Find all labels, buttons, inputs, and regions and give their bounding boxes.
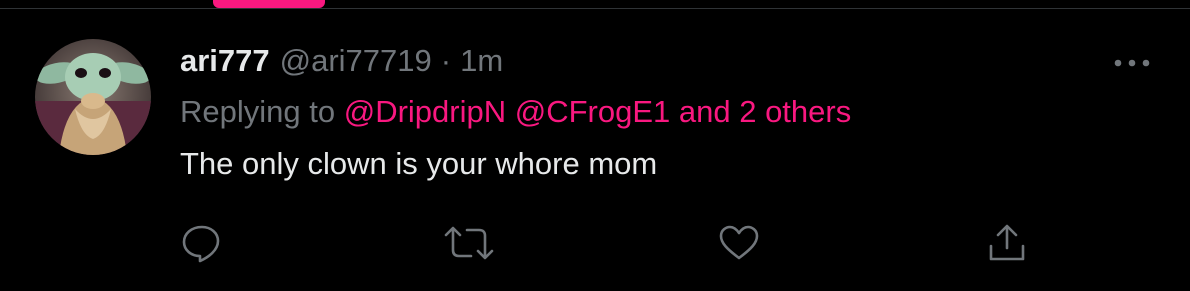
more-dots-icon[interactable] <box>1110 50 1154 76</box>
timestamp[interactable]: 1m <box>460 43 503 79</box>
share-button[interactable] <box>985 222 1029 264</box>
reply-button[interactable] <box>180 222 224 264</box>
separator-dot: · <box>440 43 452 78</box>
share-icon <box>989 224 1025 261</box>
speech-bubble-icon <box>182 225 220 263</box>
avatar[interactable] <box>35 39 151 155</box>
like-button[interactable] <box>717 222 761 264</box>
retweet-icon <box>444 226 494 260</box>
active-tab-indicator <box>213 0 325 8</box>
display-name[interactable]: ari777 <box>180 43 270 79</box>
mention-others-link[interactable]: and 2 others <box>679 94 851 129</box>
tweet-text: The only clown is your whore mom <box>180 146 658 181</box>
tweet-header: ari777 @ari77719 · 1m <box>180 43 503 83</box>
timeline-divider <box>0 8 1190 9</box>
heart-icon <box>719 225 759 260</box>
user-handle[interactable]: @ari77719 <box>280 43 432 79</box>
mention-link[interactable]: @DripdripN <box>344 94 506 129</box>
replying-prefix: Replying to <box>180 94 336 129</box>
replying-to-line: Replying to @DripdripN @CFrogE1 and 2 ot… <box>180 94 851 130</box>
retweet-button[interactable] <box>442 222 494 264</box>
mention-link[interactable]: @CFrogE1 <box>515 94 671 129</box>
